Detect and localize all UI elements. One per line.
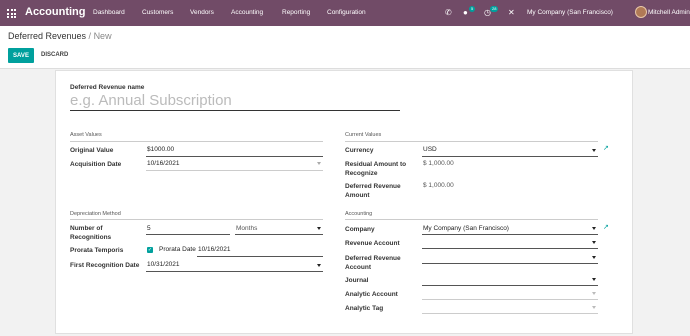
chat-icon[interactable]: ● <box>463 8 468 17</box>
depreciation-title: Depreciation Method <box>70 211 121 217</box>
asset-values-separator <box>70 141 323 142</box>
journal-label: Journal <box>345 277 369 284</box>
external-link-icon[interactable]: ↗ <box>603 223 609 231</box>
menu-customers[interactable]: Customers <box>142 9 173 16</box>
chevron-down-icon[interactable] <box>592 241 596 244</box>
menu-accounting[interactable]: Accounting <box>231 9 263 16</box>
deferred-account-label-line1: Deferred Revenue <box>345 255 401 262</box>
residual-amount-label-line1: Residual Amount to <box>345 161 407 168</box>
chevron-down-icon[interactable] <box>317 264 321 267</box>
residual-amount-label: Residual Amount to Recognize <box>345 160 406 178</box>
depreciation-separator <box>70 219 323 220</box>
company-label: Company <box>345 226 375 233</box>
deferred-amount-label: Deferred Revenue Amount <box>345 182 401 200</box>
number-recognitions-underline <box>146 234 230 235</box>
app-name[interactable]: Accounting <box>25 6 86 18</box>
top-navbar: Accounting Dashboard Customers Vendors A… <box>0 0 690 26</box>
activity-count-badge: 28 <box>490 6 499 12</box>
breadcrumb-current: New <box>93 31 112 41</box>
external-link-icon[interactable]: ↗ <box>603 144 609 152</box>
chevron-down-icon[interactable] <box>317 162 321 165</box>
company-underline <box>422 234 598 235</box>
original-value-underline <box>146 156 323 157</box>
analytic-account-select[interactable] <box>422 299 598 300</box>
currency-select[interactable]: USD <box>423 146 437 153</box>
phone-icon[interactable]: ✆ <box>445 8 452 17</box>
number-recognitions-label: Number of Recognitions <box>70 224 111 242</box>
chevron-down-icon[interactable] <box>592 278 596 281</box>
number-recognitions-input[interactable]: 5 <box>147 225 151 232</box>
number-recognitions-label-line2: Recognitions <box>70 234 112 241</box>
menu-reporting[interactable]: Reporting <box>282 9 310 16</box>
acquisition-date-underline <box>146 170 323 171</box>
acquisition-date-label: Acquisition Date <box>70 161 122 168</box>
accounting-title: Accounting <box>345 211 373 217</box>
apps-menu-icon[interactable] <box>7 9 16 18</box>
original-value-input[interactable]: $1000.00 <box>147 146 174 153</box>
chevron-down-icon[interactable] <box>592 306 596 309</box>
accounting-separator <box>345 219 598 220</box>
menu-configuration[interactable]: Configuration <box>327 9 366 16</box>
analytic-tag-label: Analytic Tag <box>345 305 384 312</box>
deferred-amount-label-line1: Deferred Revenue <box>345 183 401 190</box>
breadcrumb: Deferred Revenues / New <box>8 31 112 41</box>
prorata-date-input[interactable]: 10/16/2021 <box>198 246 231 253</box>
period-underline <box>235 234 323 235</box>
discard-button[interactable]: DISCARD <box>41 52 68 58</box>
user-menu[interactable]: Mitchell Admin <box>648 9 690 16</box>
current-values-title: Current Values <box>345 132 382 138</box>
prorata-checkbox[interactable]: ✓ <box>147 247 153 253</box>
prorata-temporis-label: Prorata Temporis <box>70 247 124 254</box>
company-switcher[interactable]: My Company (San Francisco) <box>527 9 613 16</box>
deferred-account-select[interactable] <box>422 263 598 264</box>
deferred-account-label: Deferred Revenue Account <box>345 254 401 272</box>
original-value-label: Original Value <box>70 147 114 154</box>
save-button[interactable]: SAVE <box>8 48 34 63</box>
acquisition-date-input[interactable]: 10/16/2021 <box>147 160 180 167</box>
prorata-date-label: Prorata Date <box>159 246 196 253</box>
residual-amount-value: $ 1,000.00 <box>423 160 454 167</box>
number-recognitions-label-line1: Number of <box>70 225 103 232</box>
first-recognition-date-label: First Recognition Date <box>70 262 140 269</box>
debug-tools-icon[interactable]: ✕ <box>508 8 515 17</box>
prorata-date-underline <box>197 256 323 257</box>
revenue-account-label: Revenue Account <box>345 240 400 247</box>
chevron-down-icon[interactable] <box>317 227 321 230</box>
deferred-amount-value: $ 1,000.00 <box>423 182 454 189</box>
analytic-account-label: Analytic Account <box>345 291 398 298</box>
name-input-underline <box>70 110 400 111</box>
first-recognition-date-input[interactable]: 10/31/2021 <box>147 261 180 268</box>
first-recognition-date-underline <box>146 271 323 272</box>
company-select[interactable]: My Company (San Francisco) <box>423 225 509 232</box>
currency-label: Currency <box>345 147 374 154</box>
menu-dashboard[interactable]: Dashboard <box>93 9 125 16</box>
chevron-down-icon[interactable] <box>592 149 596 152</box>
breadcrumb-parent[interactable]: Deferred Revenues <box>8 31 86 41</box>
currency-underline <box>422 156 598 157</box>
chevron-down-icon[interactable] <box>592 227 596 230</box>
analytic-tag-select[interactable] <box>422 313 598 314</box>
breadcrumb-separator: / <box>86 31 94 41</box>
current-values-separator <box>345 141 598 142</box>
journal-select[interactable] <box>422 285 598 286</box>
residual-amount-label-line2: Recognize <box>345 170 378 177</box>
deferred-account-label-line2: Account <box>345 264 371 271</box>
chevron-down-icon[interactable] <box>592 292 596 295</box>
deferred-amount-label-line2: Amount <box>345 192 370 199</box>
user-avatar[interactable] <box>635 6 647 18</box>
revenue-account-select[interactable] <box>422 248 598 249</box>
period-select[interactable]: Months <box>236 225 257 232</box>
chat-count-badge: 5 <box>469 6 476 12</box>
name-input[interactable]: e.g. Annual Subscription <box>70 92 232 109</box>
chevron-down-icon[interactable] <box>592 256 596 259</box>
asset-values-title: Asset Values <box>70 132 102 138</box>
name-label: Deferred Revenue name <box>70 84 145 91</box>
menu-vendors[interactable]: Vendors <box>190 9 214 16</box>
